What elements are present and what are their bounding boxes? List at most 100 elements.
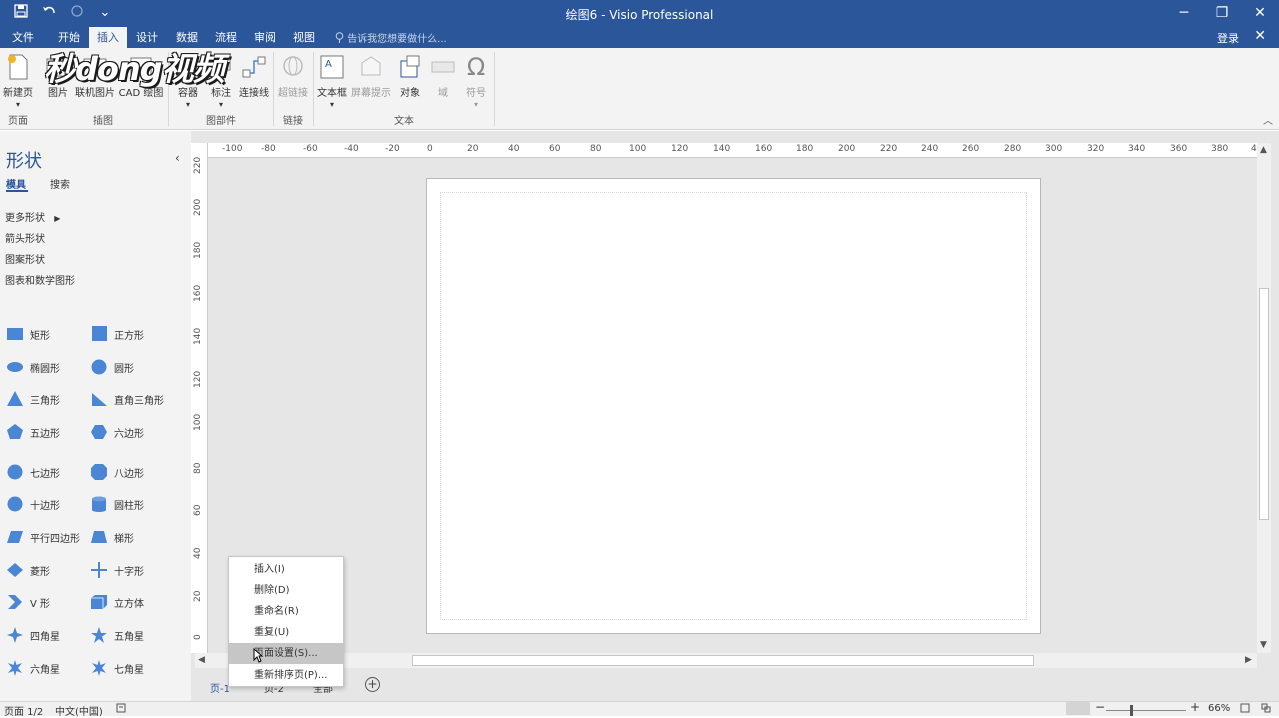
collapse-ribbon-icon[interactable]: ︿ (1263, 112, 1273, 127)
shape-square[interactable]: 正方形 (90, 326, 144, 342)
page-tabs-bar: 页-1 页-2 全部 (191, 672, 1279, 699)
shape-5-point-star[interactable]: 五角星 (90, 627, 144, 643)
zoom-in-button[interactable]: + (1190, 700, 1200, 714)
group-label-diagram-parts: 图部件 (206, 116, 236, 127)
tab-stencils[interactable]: 模具 (6, 176, 26, 191)
shape-7-point-star[interactable]: 七角星 (90, 660, 144, 676)
fit-page-icon[interactable] (1240, 703, 1250, 716)
tab-search[interactable]: 搜索 (50, 176, 70, 191)
login-link[interactable]: 登录 (1217, 30, 1239, 46)
shape-parallelogram[interactable]: 平行四边形 (6, 529, 80, 545)
new-page-button[interactable]: 新建页 ▾ (2, 53, 34, 110)
shape-cube[interactable]: 立方体 (90, 594, 144, 610)
group-label-pages: 页面 (8, 116, 28, 127)
page-margin-guide (440, 192, 1027, 620)
shape-diamond[interactable]: 菱形 (6, 562, 50, 578)
zoom-level[interactable]: 66% (1208, 703, 1230, 714)
vertical-scrollbar[interactable]: ▲ ▼ (1257, 143, 1271, 653)
scroll-up-icon[interactable]: ▲ (1260, 145, 1267, 155)
page-context-menu: 插入(I) 删除(D) 重命名(R) 重复(U) 页面设置(S)... 重新排序… (228, 556, 344, 687)
cylinder-icon (92, 496, 106, 512)
menu-item-reorder-pages[interactable]: 重新排序页(P)... (229, 665, 343, 686)
zoom-out-button[interactable]: − (1095, 700, 1105, 714)
shape-rectangle[interactable]: 矩形 (6, 326, 50, 342)
symbol-button[interactable]: Ω 符号 ▾ (462, 53, 490, 110)
hyperlink-button[interactable]: 超链接 (277, 53, 309, 99)
connector-button[interactable]: 连接线 (238, 53, 270, 99)
rectangle-icon (7, 328, 23, 340)
vertical-scroll-thumb[interactable] (1259, 288, 1269, 520)
omega-icon: Ω (466, 53, 486, 81)
octagon-icon (91, 464, 107, 480)
shape-decagon[interactable]: 十边形 (6, 496, 60, 512)
scroll-down-icon[interactable]: ▼ (1260, 640, 1267, 650)
shapes-panel: 形状 ‹ 模具 搜索 更多形状 ▶ 箭头形状 图案形状 图表和数学图形 矩形 正… (0, 131, 191, 701)
drawing-page[interactable] (426, 178, 1041, 634)
horizontal-scroll-thumb[interactable] (412, 655, 1034, 666)
shape-chevron[interactable]: V 形 (6, 594, 50, 610)
stencil-patterns[interactable]: 图案形状 (5, 251, 45, 266)
field-icon (431, 61, 455, 73)
screentip-button[interactable]: 屏幕提示 (350, 53, 392, 99)
shape-right-triangle[interactable]: 直角三角形 (90, 391, 164, 407)
star-5-icon (91, 627, 107, 643)
hyperlink-icon (283, 56, 303, 76)
collapse-panel-icon[interactable]: ‹ (175, 151, 180, 165)
shape-6-point-star[interactable]: 六角星 (6, 660, 60, 676)
zoom-slider-thumb[interactable] (1130, 705, 1133, 716)
shape-triangle[interactable]: 三角形 (6, 391, 60, 407)
shape-ellipse[interactable]: 椭圆形 (6, 359, 60, 375)
status-bar: 页面 1/2 中文(中国) − + 66% (0, 700, 1279, 718)
more-shapes-item[interactable]: 更多形状 ▶ (5, 209, 60, 224)
page-tab-1[interactable]: 页-1 (210, 680, 230, 695)
stencil-arrows[interactable]: 箭头形状 (5, 230, 45, 245)
tell-me-box[interactable]: 告诉我您想要做什么... (335, 30, 447, 45)
tab-view[interactable]: 视图 (285, 27, 323, 48)
shape-cross[interactable]: 十字形 (90, 562, 144, 578)
menu-item-delete[interactable]: 删除(D) (229, 580, 343, 601)
close-button[interactable]: ✕ (1241, 0, 1279, 27)
menu-item-insert[interactable]: 插入(I) (229, 559, 343, 580)
zoom-slider-track[interactable] (1106, 710, 1186, 711)
presentation-mode-icon[interactable] (1066, 702, 1090, 715)
diamond-icon (7, 563, 23, 577)
field-button[interactable]: 域 (430, 53, 456, 99)
circle-icon (91, 359, 107, 375)
menu-item-page-setup[interactable]: 页面设置(S)... (229, 643, 343, 664)
group-label-links: 链接 (283, 116, 303, 127)
shape-cylinder[interactable]: 圆柱形 (90, 496, 144, 512)
add-page-button[interactable]: + (365, 677, 380, 692)
scroll-right-icon[interactable]: ▶ (1245, 655, 1252, 665)
heptagon-icon (7, 464, 23, 480)
shape-4-point-star[interactable]: 四角星 (6, 627, 60, 643)
switch-windows-icon[interactable] (1261, 703, 1271, 716)
macro-record-icon[interactable] (116, 703, 126, 716)
parallelogram-icon (7, 531, 23, 543)
star-7-icon (92, 660, 106, 676)
decagon-icon (7, 496, 23, 512)
shape-hexagon[interactable]: 六边形 (90, 424, 144, 440)
tab-file[interactable]: 文件 (4, 27, 42, 48)
shape-trapezoid[interactable]: 梯形 (90, 529, 134, 545)
text-box-button[interactable]: A 文本框 ▾ (316, 53, 348, 110)
shape-heptagon[interactable]: 七边形 (6, 464, 60, 480)
tab-review[interactable]: 审阅 (246, 27, 284, 48)
menu-item-duplicate[interactable]: 重复(U) (229, 622, 343, 643)
tell-me-text: 告诉我您想要做什么... (347, 34, 447, 45)
new-page-icon (8, 54, 28, 80)
shapes-title: 形状 (6, 151, 42, 172)
scroll-left-icon[interactable]: ◀ (198, 655, 205, 665)
close-document-icon[interactable]: ✕ (1254, 28, 1266, 44)
shape-circle[interactable]: 圆形 (90, 359, 134, 375)
shape-octagon[interactable]: 八边形 (90, 464, 144, 480)
menu-item-rename[interactable]: 重命名(R) (229, 601, 343, 622)
window-title: 绘图6 - Visio Professional (565, 8, 714, 22)
horizontal-scrollbar[interactable]: ◀ ▶ (195, 653, 1257, 668)
stencil-charts-math[interactable]: 图表和数学图形 (5, 272, 75, 287)
minimize-button[interactable]: ─ (1165, 0, 1203, 27)
shape-pentagon[interactable]: 五边形 (6, 424, 60, 440)
star-6-icon (8, 660, 22, 676)
restore-button[interactable]: ❐ (1203, 0, 1241, 27)
object-button[interactable]: 对象 (395, 53, 425, 99)
lightbulb-icon (335, 32, 344, 43)
